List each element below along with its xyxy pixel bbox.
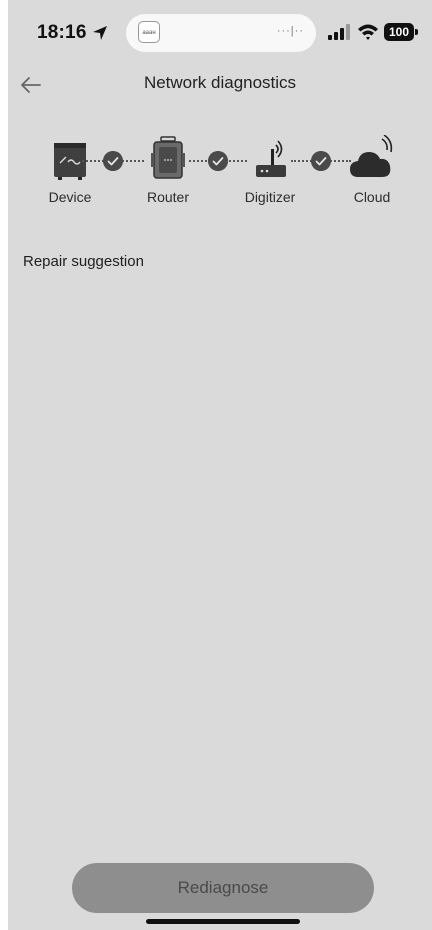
island-app-icon: ааан (138, 21, 160, 43)
location-arrow-icon (93, 26, 107, 40)
screen: 18:16 ааан ···|·· 100 Network diagnostic… (8, 0, 432, 930)
node-label: Digitizer (244, 189, 296, 205)
status-time: 18:16 (37, 22, 87, 43)
node-router: Router (128, 135, 208, 215)
node-label: Cloud (353, 189, 391, 205)
node-label: Router (146, 189, 190, 205)
check-circle-icon (208, 151, 228, 171)
wifi-icon (358, 24, 378, 40)
battery-cap (415, 29, 418, 35)
repair-suggestion-heading: Repair suggestion (23, 253, 144, 270)
dynamic-island[interactable]: ааан ···|·· (126, 14, 316, 52)
wifi-router-icon (256, 140, 286, 177)
page-title: Network diagnostics (143, 73, 297, 92)
cellular-signal-icon (328, 24, 350, 40)
diagnostics-chain: Device Router Digitizer Cloud (8, 135, 432, 215)
check-circle-icon (103, 151, 123, 171)
status-bar: 18:16 ааан ···|·· 100 (8, 0, 432, 64)
link-router-digitizer (189, 151, 247, 171)
check-circle-icon (311, 151, 331, 171)
island-activity-indicator: ···|·· (276, 25, 304, 37)
node-device: Device (30, 135, 110, 215)
node-digitizer: Digitizer (230, 135, 310, 215)
rediagnose-button[interactable]: Rediagnose (72, 863, 374, 913)
link-digitizer-cloud (291, 151, 351, 171)
cloud-icon (350, 135, 393, 177)
link-device-router (82, 151, 144, 171)
node-label: Device (48, 189, 92, 205)
router-icon (151, 136, 185, 179)
battery-indicator: 100 (384, 23, 414, 41)
node-cloud: Cloud (332, 135, 412, 215)
home-indicator[interactable] (146, 919, 300, 924)
